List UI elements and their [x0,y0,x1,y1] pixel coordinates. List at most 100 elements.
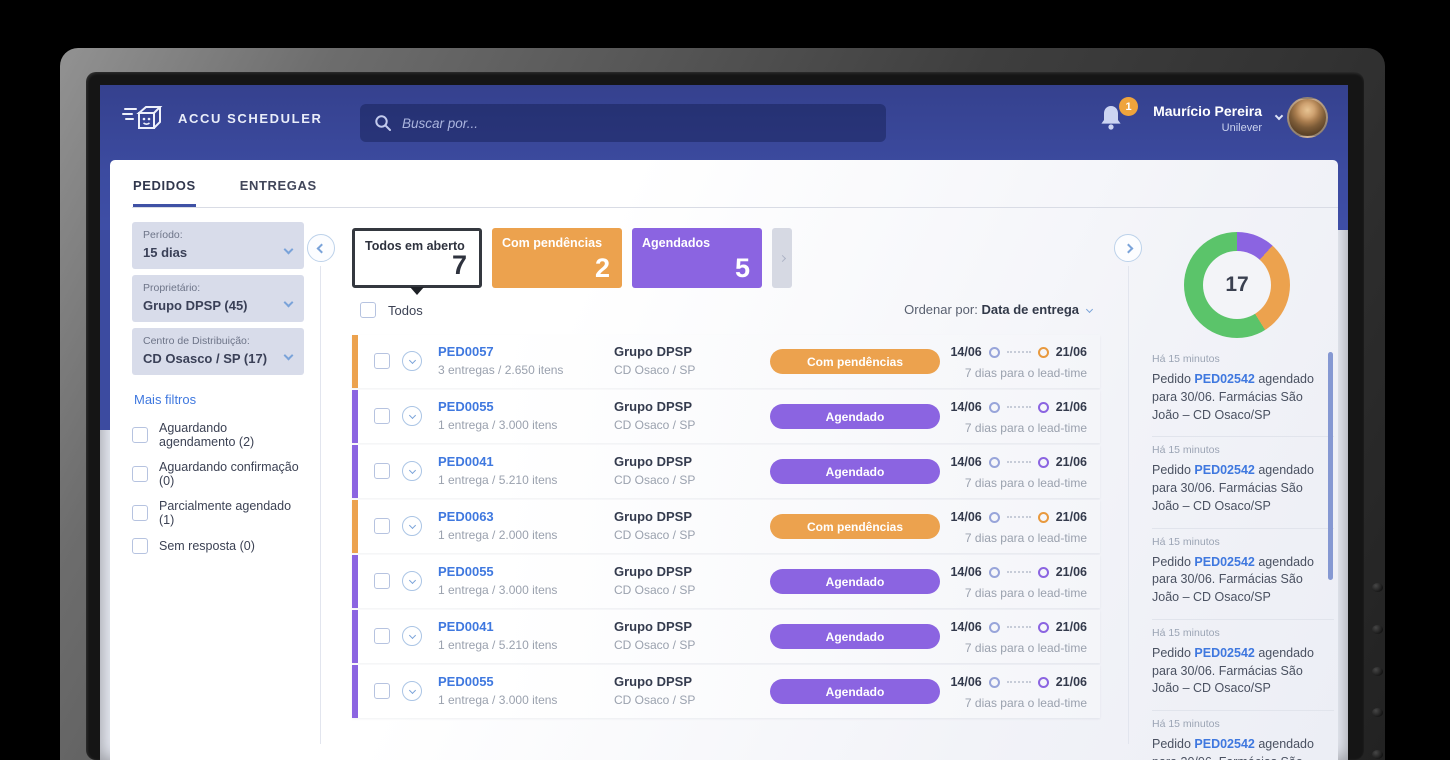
bezel-screw [1372,708,1383,717]
summary-card-com-pendencias[interactable]: Com pendências 2 [492,228,622,288]
row-checkbox[interactable] [374,408,390,424]
summary-card-todos-em-aberto[interactable]: Todos em aberto 7 [352,228,482,288]
checkbox[interactable] [132,538,148,554]
date-start: 14/06 [950,510,981,524]
sort-control[interactable]: Ordenar por: Data de entrega [352,302,1100,317]
date-end: 21/06 [1056,565,1087,579]
date-start: 14/06 [950,345,981,359]
feed-item[interactable]: Há 15 minutos Pedido PED02542 agendado p… [1152,529,1334,620]
order-id-link[interactable]: PED02542 [1194,737,1254,751]
dc-filter-dropdown[interactable]: Centro de Distribuição: CD Osasco / SP (… [132,328,304,375]
order-row[interactable]: PED0055 1 entrega / 3.000 itens Grupo DP… [352,390,1100,443]
order-row[interactable]: PED0055 1 entrega / 3.000 itens Grupo DP… [352,665,1100,718]
expand-row-button[interactable] [402,626,422,646]
feed-item[interactable]: Há 15 minutos Pedido PED02542 agendado p… [1152,437,1334,528]
feed-item[interactable]: Há 15 minutos Pedido PED02542 agendado p… [1152,620,1334,711]
avatar[interactable] [1287,97,1328,138]
dotted-connector [1007,406,1031,408]
notification-badge: 1 [1119,97,1138,116]
column-divider [1128,266,1129,744]
filter-checkbox-row[interactable]: Sem resposta (0) [132,538,304,554]
checkbox[interactable] [132,466,148,482]
expand-row-button[interactable] [402,406,422,426]
start-circle-icon [989,677,1000,688]
checkbox[interactable] [132,427,148,443]
period-filter-dropdown[interactable]: Período: 15 dias [132,222,304,269]
header-edge-decoration [100,230,110,430]
chevron-down-icon [408,631,415,638]
filter-checkbox-row[interactable]: Aguardando confirmação (0) [132,460,304,488]
order-row[interactable]: PED0055 1 entrega / 3.000 itens Grupo DP… [352,555,1100,608]
order-dc: CD Osaco / SP [614,418,695,432]
end-circle-icon [1038,677,1049,688]
chevron-down-icon[interactable] [1275,112,1283,120]
date-range: 14/06 21/06 [950,620,1087,634]
feed-item[interactable]: Há 15 minutos Pedido PED02542 agendado p… [1152,711,1334,760]
filter-checkbox-row[interactable]: Parcialmente agendado (1) [132,499,304,527]
brand-logo[interactable]: ACCU SCHEDULER [122,99,322,137]
order-id-link[interactable]: PED0041 [438,454,494,469]
order-row[interactable]: PED0041 1 entrega / 5.210 itens Grupo DP… [352,445,1100,498]
feed-text: Pedido PED02542 agendado para 30/06. Far… [1152,554,1328,607]
order-id-link[interactable]: PED02542 [1194,646,1254,660]
chevron-right-icon [778,254,785,261]
checkbox[interactable] [132,505,148,521]
order-id-link[interactable]: PED0055 [438,564,494,579]
expand-row-button[interactable] [402,681,422,701]
more-filters-link[interactable]: Mais filtros [134,392,196,407]
feed-scrollbar[interactable] [1328,352,1333,580]
order-id-link[interactable]: PED02542 [1194,372,1254,386]
order-id-link[interactable]: PED0055 [438,399,494,414]
row-checkbox[interactable] [374,463,390,479]
search-bar[interactable] [360,104,886,142]
feed-timestamp: Há 15 minutos [1152,536,1334,548]
expand-row-button[interactable] [402,516,422,536]
feed-text: Pedido PED02542 agendado para 30/06. Far… [1152,645,1328,698]
row-checkbox[interactable] [374,353,390,369]
order-id-link[interactable]: PED02542 [1194,555,1254,569]
notifications-button[interactable]: 1 [1098,103,1132,141]
expand-row-button[interactable] [402,461,422,481]
user-menu[interactable]: Maurício Pereira Unilever [1153,103,1262,134]
activity-feed: Há 15 minutos Pedido PED02542 agendado p… [1152,346,1334,760]
date-end: 21/06 [1056,455,1087,469]
status-badge: Agendado [770,624,940,649]
row-checkbox[interactable] [374,518,390,534]
order-owner: Grupo DPSP [614,399,692,414]
carousel-next-button[interactable] [1114,234,1142,262]
filter-checkbox-row[interactable]: Aguardando agendamento (2) [132,421,304,449]
order-details: 1 entrega / 3.000 itens [438,418,557,432]
tab-entregas[interactable]: ENTREGAS [240,178,317,208]
order-id-link[interactable]: PED02542 [1194,463,1254,477]
owner-filter-dropdown[interactable]: Proprietário: Grupo DPSP (45) [132,275,304,322]
summary-card-next-sliver[interactable] [772,228,792,288]
feed-item[interactable]: Há 15 minutos Pedido PED02542 agendado p… [1152,346,1334,437]
order-row[interactable]: PED0057 3 entregas / 2.650 itens Grupo D… [352,335,1100,388]
chevron-down-icon [1086,306,1093,313]
lead-time-text: 7 dias para o lead-time [965,586,1087,600]
order-id-link[interactable]: PED0063 [438,509,494,524]
row-checkbox[interactable] [374,683,390,699]
row-checkbox[interactable] [374,628,390,644]
order-id-link[interactable]: PED0041 [438,619,494,634]
expand-row-button[interactable] [402,571,422,591]
search-input[interactable] [402,116,872,131]
summary-card-agendados[interactable]: Agendados 5 [632,228,762,288]
selected-card-pointer [410,287,424,295]
app-screen: ACCU SCHEDULER 1 [100,85,1348,760]
order-row[interactable]: PED0063 1 entrega / 2.000 itens Grupo DP… [352,500,1100,553]
box-logo-icon [122,99,168,137]
summary-card-count: 2 [595,253,610,284]
carousel-prev-button[interactable] [307,234,335,262]
order-id-link[interactable]: PED0055 [438,674,494,689]
row-checkbox[interactable] [374,573,390,589]
order-id-link[interactable]: PED0057 [438,344,494,359]
expand-row-button[interactable] [402,351,422,371]
feed-text: Pedido PED02542 agendado para 30/06. Far… [1152,736,1328,760]
orders-list: PED0057 3 entregas / 2.650 itens Grupo D… [352,335,1100,720]
tab-pedidos[interactable]: PEDIDOS [133,178,196,208]
dotted-connector [1007,351,1031,353]
monitor-frame: ACCU SCHEDULER 1 [60,48,1385,760]
bezel-screw [1372,667,1383,676]
order-row[interactable]: PED0041 1 entrega / 5.210 itens Grupo DP… [352,610,1100,663]
